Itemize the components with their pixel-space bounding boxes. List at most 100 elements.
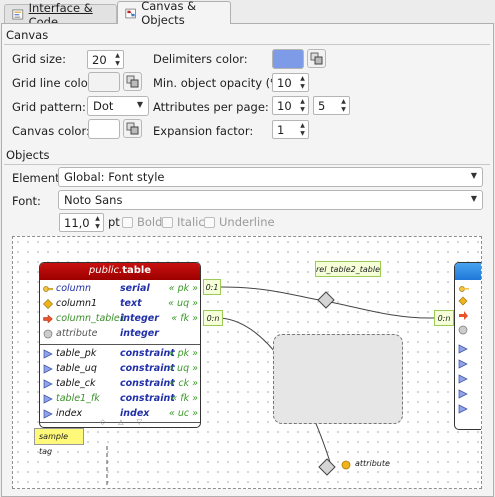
chevron-down-icon: ▼: [470, 171, 477, 180]
italic-checkbox[interactable]: Italic: [162, 215, 205, 229]
table-row[interactable]: column serial « pk »: [40, 282, 200, 297]
table-row[interactable]: column_table1 integer « fk »: [40, 312, 200, 327]
spin-up-icon[interactable]: ▲: [300, 98, 305, 105]
column-type: integer: [120, 328, 159, 339]
table-row[interactable]: table_pk constraint « pk »: [40, 347, 200, 362]
attributes-per-page-spinbox[interactable]: 10 ▲ ▼: [272, 96, 309, 115]
table-row[interactable]: column1 text « uq »: [40, 297, 200, 312]
index-name: index: [56, 408, 83, 419]
grid-size-value: 20: [92, 53, 107, 67]
code-doc-icon: [12, 9, 24, 20]
table-object-partial[interactable]: [454, 262, 481, 430]
spin-up-icon[interactable]: ▲: [300, 122, 305, 129]
min-opacity-label: Min. object opacity (%):: [153, 76, 290, 90]
textbox-object[interactable]: [273, 334, 403, 424]
font-select[interactable]: Noto Sans ▼: [58, 190, 483, 210]
spin-down-icon[interactable]: ▼: [115, 60, 120, 67]
font-size-spinbox[interactable]: 11,0 ▲ ▼: [59, 213, 104, 232]
spin-up-icon[interactable]: ▲: [95, 215, 100, 222]
spin-up-icon[interactable]: ▲: [115, 52, 120, 59]
canvas-icon: [125, 8, 136, 18]
column-type: serial: [120, 283, 150, 294]
table-section-divider: [40, 344, 200, 345]
grid-pattern-select[interactable]: Dot ▼: [87, 96, 149, 116]
table-header: [455, 263, 481, 280]
constraint-name: table_ck: [56, 378, 96, 389]
attribute-circle-icon: [341, 460, 351, 470]
page-first-icon[interactable]: ◇: [100, 418, 105, 426]
table-row[interactable]: attribute integer: [40, 327, 200, 342]
constraint-tag: « ck »: [169, 378, 199, 389]
tab-canvas-objects[interactable]: Canvas & Objects: [117, 0, 231, 27]
bold-checkbox[interactable]: Bold: [122, 215, 162, 229]
attributes-per-page-value: 10: [277, 99, 292, 113]
spin-down-icon[interactable]: ▼: [300, 106, 305, 113]
spin-up-icon[interactable]: ▲: [341, 98, 346, 105]
index-tag: « uc »: [168, 408, 198, 419]
pagination-controls[interactable]: ◇ △ ▽: [100, 418, 142, 426]
table-row[interactable]: table1_fk constraint « fk »: [40, 392, 200, 407]
constraint-icon: [43, 349, 53, 359]
attributes-per-page-label: Attributes per page:: [153, 100, 269, 114]
objects-section-title: Objects: [6, 148, 50, 162]
spin-down-icon[interactable]: ▼: [300, 83, 305, 90]
sample-tag[interactable]: sample tag: [34, 428, 84, 456]
constraint-icon: [43, 379, 53, 389]
grid-line-color-button[interactable]: [88, 72, 120, 92]
min-opacity-spinbox[interactable]: 10 ▲ ▼: [272, 73, 309, 92]
italic-label: Italic: [177, 215, 205, 229]
preview-canvas[interactable]: rel_table2_table 0:1 0:n 0:n attribute s…: [12, 236, 482, 489]
font-size-unit: pt: [108, 215, 120, 229]
relationship-label[interactable]: rel_table2_table: [315, 261, 381, 277]
page-prev-icon[interactable]: △: [118, 418, 123, 426]
spin-down-icon[interactable]: ▼: [95, 223, 100, 230]
color-picker-button[interactable]: [123, 119, 142, 138]
page-next-icon[interactable]: ▽: [137, 418, 142, 426]
canvas-color-button[interactable]: [88, 119, 120, 139]
column-type: text: [120, 298, 142, 309]
expansion-factor-spinbox[interactable]: 1 ▲ ▼: [272, 120, 309, 139]
tab-interface-code[interactable]: Interface & Code: [4, 1, 117, 29]
element-select[interactable]: Global: Font style ▼: [58, 167, 483, 187]
relationship-diamond[interactable]: [317, 291, 335, 309]
bold-label: Bold: [137, 215, 163, 229]
grid-pattern-label: Grid pattern:: [12, 100, 86, 114]
attribute-diamond[interactable]: [318, 458, 336, 476]
spin-up-icon[interactable]: ▲: [300, 75, 305, 82]
font-size-value: 11,0: [64, 216, 90, 230]
index-icon: [43, 409, 53, 419]
delimiters-color-button[interactable]: [272, 49, 304, 69]
spin-down-icon[interactable]: ▼: [300, 130, 305, 137]
grid-size-label: Grid size:: [12, 52, 66, 66]
tab-bar: Interface & Code Canvas & Objects: [0, 0, 495, 29]
constraint-tag: « fk »: [171, 393, 198, 404]
table-name: table: [122, 265, 152, 276]
cardinality-label: 0:n: [203, 310, 223, 326]
extended-attributes-spinbox[interactable]: 5 ▲ ▼: [313, 96, 350, 115]
table-row[interactable]: table_ck constraint « ck »: [40, 377, 200, 392]
constraint-name: table1_fk: [56, 393, 100, 404]
palette-icon: [126, 75, 139, 88]
constraint-type: constraint: [120, 393, 175, 404]
fk-arrow-icon: [43, 314, 53, 324]
grid-line-color-label: Grid line color:: [12, 76, 97, 90]
color-picker-button[interactable]: [123, 72, 142, 91]
underline-checkbox[interactable]: Underline: [204, 215, 275, 229]
partial-table-icons: [458, 286, 469, 414]
color-picker-button[interactable]: [307, 49, 326, 68]
canvas-section-title: Canvas: [6, 28, 49, 42]
table-header: public.table: [40, 263, 200, 280]
canvas-color-label: Canvas color:: [12, 124, 90, 138]
constraint-name: table_pk: [56, 348, 97, 359]
palette-icon: [310, 52, 323, 65]
table-object[interactable]: public.table column serial « pk » column…: [39, 262, 201, 428]
grid-size-spinbox[interactable]: 20 ▲ ▼: [87, 50, 124, 69]
table-row[interactable]: table_uq constraint « uq »: [40, 362, 200, 377]
column-circle-icon: [43, 329, 53, 339]
constraint-icon: [43, 394, 53, 404]
constraint-tag: « pk »: [168, 348, 198, 359]
underline-label: Underline: [219, 215, 275, 229]
column-constraint: « uq »: [168, 298, 198, 309]
font-label: Font:: [12, 194, 41, 208]
spin-down-icon[interactable]: ▼: [341, 106, 346, 113]
